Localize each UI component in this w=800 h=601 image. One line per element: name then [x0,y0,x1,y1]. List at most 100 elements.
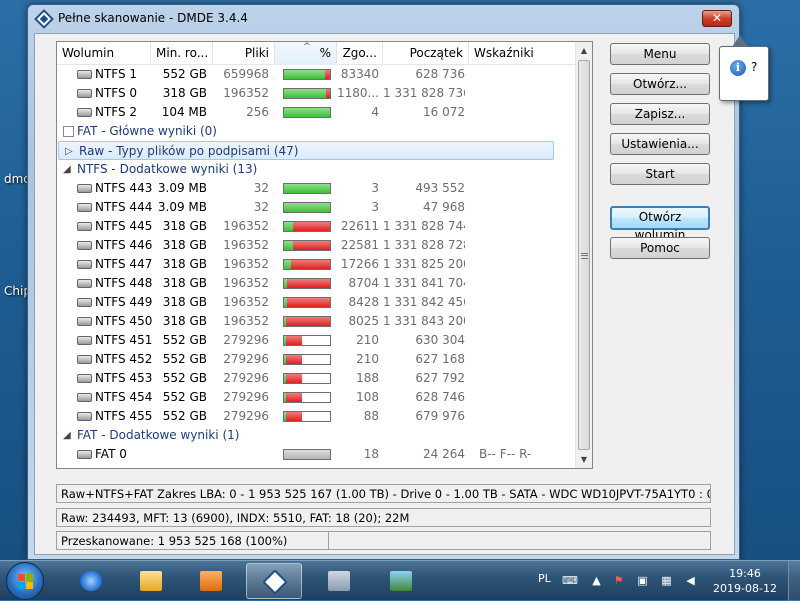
volume-row[interactable]: NTFS 455 552 GB 279296 88 679 976 [57,407,577,426]
scroll-thumb[interactable] [578,60,590,450]
close-button[interactable]: ✕ [702,10,732,27]
group-row[interactable]: FAT - Główne wyniki (0) [57,122,577,141]
group-row[interactable]: ◢ FAT - Dodatkowe wyniki (1) [57,426,577,445]
taskbar-keyboard-app[interactable] [310,563,366,599]
column-header-volume[interactable]: Wolumin [57,42,151,65]
taskbar-media-player[interactable] [182,563,238,599]
match-progress-bar [283,373,331,384]
match-progress-bar [283,259,331,270]
column-header-files[interactable]: Pliki [213,42,275,65]
collapse-arrow-icon[interactable]: ◢ [63,426,71,445]
volume-size: 318 GB [162,257,207,271]
bar-grey-fill [284,450,330,459]
volume-row[interactable]: NTFS 451 552 GB 279296 210 630 304 [57,331,577,350]
expand-arrow-icon[interactable]: ▷ [65,142,73,161]
column-header-min-size[interactable]: Min. ro... [151,42,213,65]
scroll-down-icon[interactable]: ▼ [576,451,592,468]
match-progress-bar [283,411,331,422]
menu-button[interactable]: Menu [610,43,710,65]
column-header-match[interactable]: Zgo... [337,42,383,65]
volume-name: NTFS 444 [95,200,153,214]
bar-red-fill [290,260,330,269]
windows-start-button[interactable] [6,562,44,600]
action-center-icon[interactable]: ⚑ [612,574,625,587]
save-button[interactable]: Zapisz... [610,103,710,125]
volume-files: 196352 [223,276,269,290]
volume-row[interactable]: NTFS 447 318 GB 196352 17266 1 331 825 200 [57,255,577,274]
volume-size: 318 GB [162,276,207,290]
open-volume-button[interactable]: Otwórz wolumin [610,206,710,242]
scroll-up-icon[interactable]: ▲ [576,42,592,59]
volume-row[interactable]: NTFS 2 104 MB 256 4 16 072 [57,103,577,122]
dmde-app-icon [34,9,54,29]
volume-start: 627 792 [415,371,465,385]
info-icon: i [730,60,746,76]
network-icon[interactable]: ▦ [660,574,673,587]
disk-icon [77,279,92,288]
taskbar-dmde[interactable] [246,563,302,599]
volume-match: 3 [371,181,379,195]
volume-row[interactable]: NTFS 454 552 GB 279296 108 628 746 [57,388,577,407]
volume-match: 210 [356,352,379,366]
volume-size: 318 GB [162,219,207,233]
volume-row[interactable]: NTFS 450 318 GB 196352 8025 1 331 843 200 [57,312,577,331]
disk-icon [77,412,92,421]
volume-name: FAT 0 [95,447,127,461]
disk-icon [77,260,92,269]
taskbar-explorer[interactable] [122,563,178,599]
device-icon[interactable]: ▣ [636,574,649,587]
volume-row[interactable]: NTFS 0 318 GB 196352 1180... 1 331 828 736 [57,84,577,103]
help-button[interactable]: Pomoc [610,237,710,259]
title-bar[interactable]: Pełne skanowanie - DMDE 3.4.4 ✕ [28,5,739,33]
volume-files: 659968 [223,67,269,81]
volume-start: 630 304 [415,333,465,347]
column-header-flags[interactable]: Wskaźniki [469,42,577,65]
volume-name: NTFS 447 [95,257,153,271]
match-progress-bar [283,240,331,251]
status-drive-info: Raw+NTFS+FAT Zakres LBA: 0 - 1 953 525 1… [56,484,711,503]
settings-button[interactable]: Ustawienia... [610,133,710,155]
show-desktop-button[interactable] [788,561,800,601]
results-list[interactable]: Wolumin Min. ro... Pliki ^ % Zgo... Pocz… [56,41,593,469]
volume-row[interactable]: NTFS 446 318 GB 196352 22581 1 331 828 728 [57,236,577,255]
window-title: Pełne skanowanie - DMDE 3.4.4 [58,11,248,25]
volume-row[interactable]: NTFS 448 318 GB 196352 8704 1 331 841 704 [57,274,577,293]
volume-files: 196352 [223,314,269,328]
volume-row[interactable]: NTFS 453 552 GB 279296 188 627 792 [57,369,577,388]
volume-row[interactable]: NTFS 1 552 GB 659968 83340 628 736 [57,65,577,84]
taskbar-internet-explorer[interactable] [62,563,118,599]
collapse-arrow-icon[interactable]: ◢ [63,160,71,179]
group-checkbox[interactable] [63,126,74,137]
start-button[interactable]: Start [610,163,710,185]
tray-arrow-icon[interactable]: ▲ [590,574,603,587]
group-row[interactable]: ▷ Raw - Typy plików po podpisami (47) [58,141,554,160]
column-header-start[interactable]: Początek [383,42,469,65]
volume-row[interactable]: NTFS 445 318 GB 196352 22611 1 331 828 744 [57,217,577,236]
volume-row[interactable]: NTFS 449 318 GB 196352 8428 1 331 842 456 [57,293,577,312]
language-indicator[interactable]: PL [538,572,551,585]
volume-name: NTFS 446 [95,238,153,252]
sort-ascending-icon: ^ [303,42,311,52]
list-vertical-scrollbar[interactable]: ▲ ▼ [575,42,592,468]
volume-files: 279296 [223,352,269,366]
open-button[interactable]: Otwórz... [610,73,710,95]
volume-start: 1 331 825 200 [383,257,465,271]
volume-row[interactable]: NTFS 443 3.09 MB 32 3 493 552 [57,179,577,198]
column-header-percent[interactable]: ^ % [275,42,337,65]
volume-files [213,445,269,464]
volume-row[interactable]: NTFS 452 552 GB 279296 210 627 168 [57,350,577,369]
taskbar-clock[interactable]: 19:46 2019-08-12 [712,566,778,596]
volume-files: 32 [253,200,269,214]
taskbar-photo-viewer[interactable] [372,563,428,599]
group-row[interactable]: ◢ NTFS - Dodatkowe wyniki (13) [57,160,577,179]
group-label: FAT - Główne wyniki (0) [77,124,217,138]
help-tooltip[interactable]: i ? [719,35,769,101]
volume-start: 628 736 [415,67,465,81]
disk-icon [77,336,92,345]
volume-flags [479,350,569,369]
volume-icon[interactable]: ◀ [684,574,697,587]
volume-row[interactable]: FAT 0 18 24 264 B-- F-- R- [57,445,577,464]
volume-row[interactable]: NTFS 444 3.09 MB 32 3 47 968 [57,198,577,217]
keyboard-icon[interactable]: ⌨ [562,574,578,587]
match-progress-bar [283,221,331,232]
